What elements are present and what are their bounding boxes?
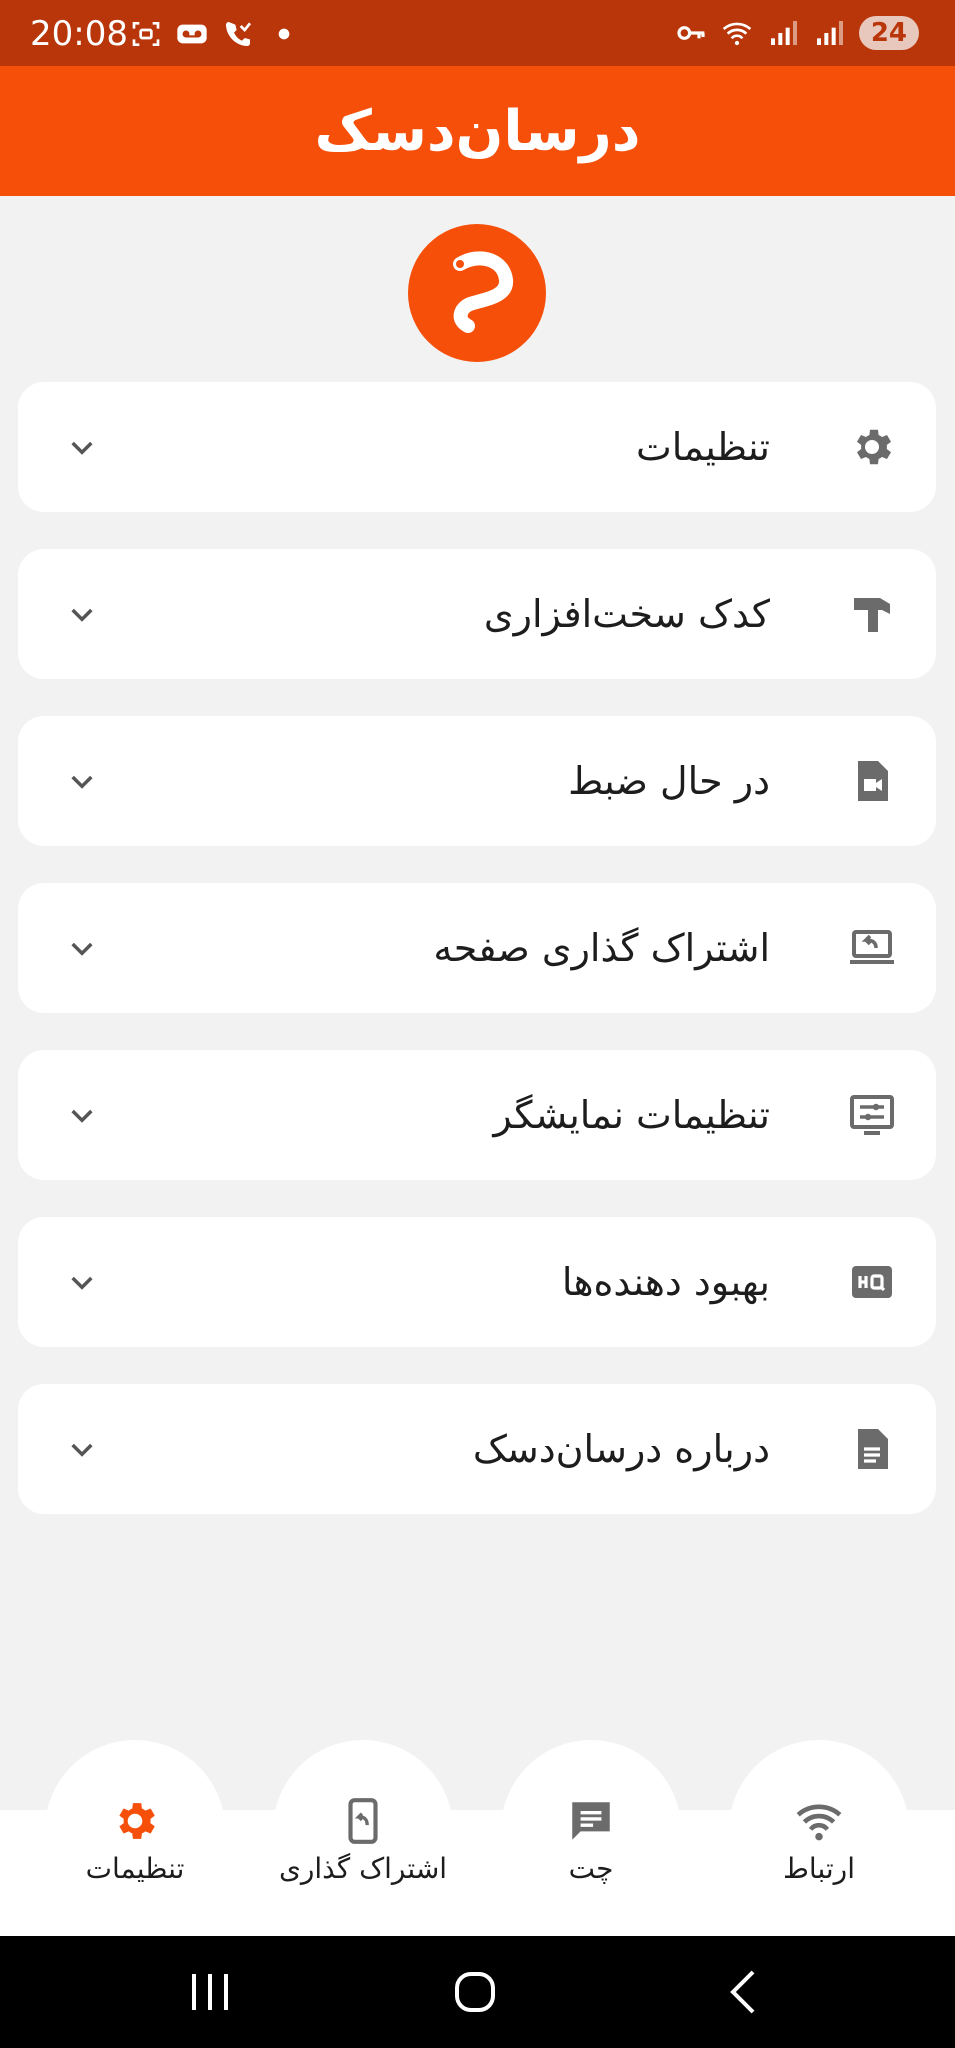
menu-item-label: بهبود دهنده‌ها bbox=[561, 1260, 770, 1304]
signal-icon bbox=[770, 21, 797, 45]
menu-item-enhancers[interactable]: بهبود دهنده‌ها bbox=[18, 1217, 936, 1347]
recent-apps-icon[interactable] bbox=[180, 1964, 240, 2020]
wifi-calling-icon bbox=[226, 22, 252, 46]
system-nav-bar bbox=[0, 1936, 955, 2048]
wifi-icon bbox=[796, 1804, 842, 1841]
app-title: درسان‌دسک bbox=[314, 98, 641, 164]
wifi-icon bbox=[722, 22, 752, 46]
nav-tab-label: چت bbox=[568, 1852, 614, 1885]
app-logo bbox=[408, 224, 546, 362]
battery-level: 24 bbox=[858, 16, 919, 50]
chat-icon bbox=[572, 1802, 610, 1840]
signal-icon bbox=[816, 21, 843, 45]
menu-item-label: در حال ضبط bbox=[568, 759, 770, 803]
phone-share-icon bbox=[348, 1798, 378, 1844]
nav-tab-connection[interactable]: ارتباط bbox=[729, 1740, 909, 1936]
nav-tab-chat[interactable]: چت bbox=[501, 1740, 681, 1936]
screen-share-icon bbox=[850, 930, 894, 964]
chevron-down-icon bbox=[71, 1276, 93, 1290]
dot-icon bbox=[278, 28, 290, 40]
gear-icon bbox=[857, 429, 891, 465]
nav-tab-label: تنظیمات bbox=[85, 1852, 185, 1885]
hammer-icon bbox=[854, 598, 890, 632]
menu-item-label: اشتراک گذاری صفحه bbox=[433, 926, 770, 970]
menu-item-display-settings[interactable]: تنظیمات نمایشگر bbox=[18, 1050, 936, 1180]
menu-item-label: درباره درسان‌دسک bbox=[472, 1427, 770, 1471]
menu-item-label: تنظیمات نمایشگر bbox=[493, 1093, 770, 1137]
menu-item-recording[interactable]: در حال ضبط bbox=[18, 716, 936, 846]
menu-item-label: کدک سخت‌افزاری bbox=[483, 592, 770, 636]
chevron-down-icon bbox=[71, 942, 93, 956]
menu-item-about[interactable]: درباره درسان‌دسک bbox=[18, 1384, 936, 1514]
vpn-key-icon bbox=[677, 26, 705, 40]
gear-icon bbox=[119, 1803, 155, 1839]
status-bar: 20:08 24 bbox=[0, 0, 955, 66]
chevron-down-icon bbox=[71, 1109, 93, 1123]
back-icon[interactable] bbox=[715, 1964, 775, 2020]
status-time: 20:08 bbox=[30, 14, 128, 54]
menu-item-label: تنظیمات bbox=[635, 425, 770, 469]
hq-icon bbox=[852, 1266, 892, 1298]
menu-item-screen-share[interactable]: اشتراک گذاری صفحه bbox=[18, 883, 936, 1013]
video-file-icon bbox=[858, 761, 888, 801]
nav-tab-settings[interactable]: تنظیمات bbox=[45, 1740, 225, 1936]
home-icon[interactable] bbox=[445, 1964, 505, 2020]
voicemail-icon bbox=[177, 24, 207, 44]
menu-item-settings[interactable]: تنظیمات bbox=[18, 382, 936, 512]
chevron-down-icon bbox=[71, 775, 93, 789]
nav-tab-label: اشتراک گذاری bbox=[278, 1852, 448, 1885]
document-icon bbox=[858, 1429, 888, 1469]
app-bar: درسان‌دسک bbox=[0, 66, 955, 196]
screenshot-icon bbox=[132, 22, 160, 46]
chevron-down-icon bbox=[71, 441, 93, 455]
nav-tab-label: ارتباط bbox=[783, 1852, 855, 1885]
chevron-down-icon bbox=[71, 1443, 93, 1457]
display-settings-icon bbox=[850, 1095, 894, 1135]
menu-item-hardware-codec[interactable]: کدک سخت‌افزاری bbox=[18, 549, 936, 679]
nav-tab-sharing[interactable]: اشتراک گذاری bbox=[273, 1740, 453, 1936]
chevron-down-icon bbox=[71, 608, 93, 622]
